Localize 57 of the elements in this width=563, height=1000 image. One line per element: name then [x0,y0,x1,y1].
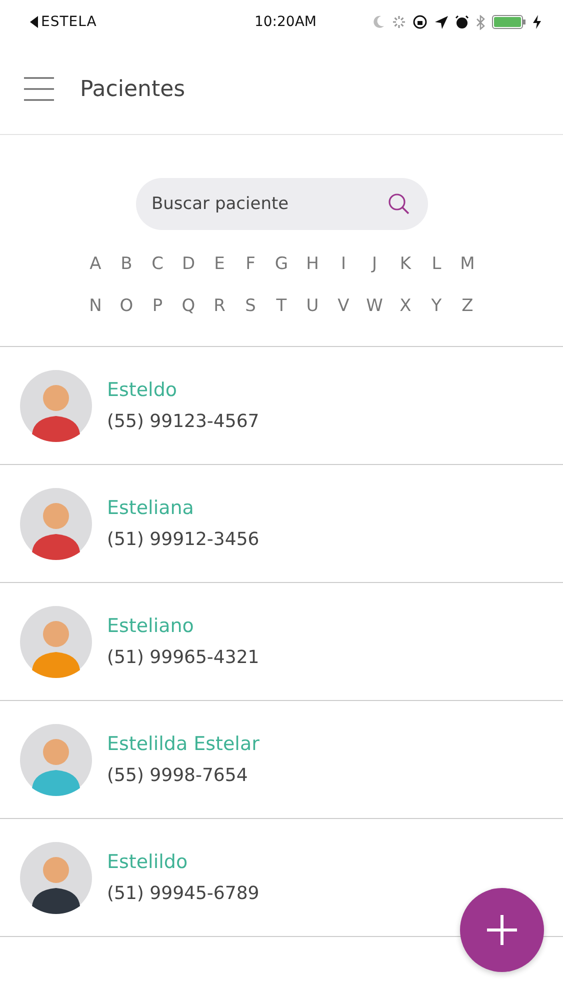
alphabet-letter[interactable]: O [116,296,136,316]
alarm-icon [454,15,469,29]
alphabet-letter[interactable]: R [210,296,230,316]
alphabet-letter[interactable]: Q [178,296,198,316]
search-icon[interactable] [388,193,410,215]
alphabet-letter[interactable]: N [86,296,106,316]
alphabet-letter[interactable]: J [364,254,384,274]
patient-row[interactable]: Estelilda Estelar (55) 9998-7654 [0,701,563,819]
patient-row[interactable]: Esteldo (55) 99123-4567 [0,347,563,465]
patient-phone: (55) 9998-7654 [107,765,249,786]
menu-icon[interactable] [24,77,54,101]
alphabet-letter[interactable]: K [396,254,416,274]
charging-icon [532,15,541,29]
patient-row[interactable]: Esteliana (51) 99912-3456 [0,465,563,583]
alphabet-letter[interactable]: E [210,254,230,274]
alphabet-letter[interactable]: P [148,296,168,316]
alphabet-letter[interactable]: X [396,296,416,316]
add-button[interactable] [460,888,544,972]
battery-icon [492,15,526,29]
patient-phone: (51) 99912-3456 [107,529,260,550]
alphabet-letter[interactable]: B [116,254,136,274]
alphabet-letter[interactable]: F [240,254,260,274]
search-field[interactable]: Buscar paciente [136,178,428,230]
patient-phone: (51) 99945-6789 [107,883,260,904]
back-label[interactable]: ESTELA [41,14,97,30]
spinner-icon [392,15,406,29]
alphabet-letter[interactable]: G [272,254,292,274]
alphabet-letter[interactable]: Y [426,296,446,316]
patient-row[interactable]: Esteliano (51) 99965-4321 [0,583,563,701]
alphabet-letter[interactable]: M [458,254,478,274]
alphabet-letter[interactable]: D [178,254,198,274]
moon-icon [372,15,385,29]
location-icon [434,16,448,28]
alphabet-letter[interactable]: C [148,254,168,274]
patient-name: Esteliano [107,615,195,637]
status-time: 10:20AM [253,14,318,30]
alphabet-letter[interactable]: S [240,296,260,316]
patient-name: Esteldo [107,379,178,401]
alphabet-letter[interactable]: Z [458,296,478,316]
alphabet-letter[interactable]: H [302,254,322,274]
plus-icon [487,915,517,945]
patient-phone: (55) 99123-4567 [107,411,260,432]
page-title: Pacientes [80,76,186,102]
patient-phone: (51) 99965-4321 [107,647,260,668]
alphabet-letter[interactable]: W [364,296,384,316]
alphabet-letter[interactable]: L [426,254,446,274]
rotation-lock-icon [412,15,428,29]
patient-name: Estelilda Estelar [107,733,260,755]
alphabet-letter[interactable]: I [334,254,354,274]
back-icon[interactable] [30,16,38,28]
alphabet-letter[interactable]: U [302,296,322,316]
alphabet-letter[interactable]: A [86,254,106,274]
alphabet-letter[interactable]: T [272,296,292,316]
patient-name: Estelildo [107,851,189,873]
patient-name: Esteliana [107,497,195,519]
alphabet-letter[interactable]: V [334,296,354,316]
bluetooth-icon [476,14,485,30]
